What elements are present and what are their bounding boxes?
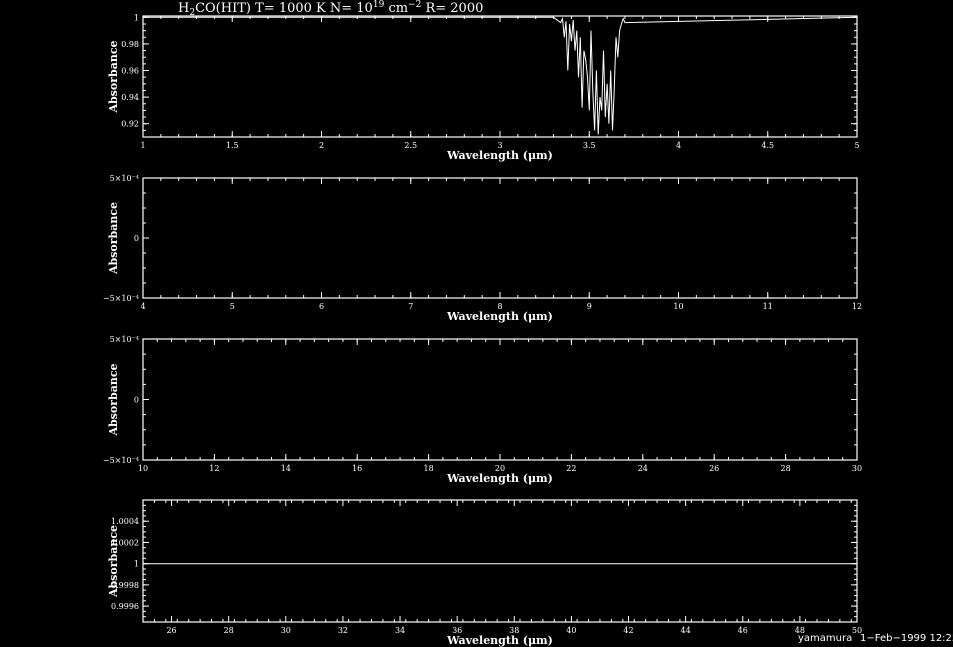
spectra-figure: H2CO(HIT) T= 1000 K N= 1019 cm−2 R= 2000…	[103, 0, 953, 647]
x-tick-label: 22	[566, 464, 576, 473]
x-tick-label: 30	[281, 626, 291, 635]
x-tick-label: 44	[681, 626, 691, 635]
y-tick-label: 0.96	[121, 67, 139, 76]
x-tick-label: 12	[852, 302, 862, 311]
x-tick-label: 46	[738, 626, 748, 635]
x-tick-label: 3.5	[583, 141, 596, 150]
y-tick-label: 5×10⁻⁴	[110, 174, 139, 183]
panel-4: 26 28 30 32 34 36 38 40 42 44 46 48 500.99960.999811…	[107, 499, 862, 647]
y-tick-label: 1	[134, 560, 139, 569]
x-tick-label: 5	[230, 302, 235, 311]
y-tick-label: −5×10⁻⁴	[103, 294, 139, 303]
y-tick-label: 1	[134, 13, 139, 22]
x-tick-label: 24	[638, 464, 648, 473]
x-tick-label: 11	[763, 302, 773, 311]
x-tick-label: 10	[138, 464, 148, 473]
x-tick-label: 10	[673, 302, 683, 311]
x-axis-label: Wavelength (μm)	[446, 310, 553, 323]
x-tick-label: 5	[854, 141, 859, 150]
y-axis-label: Absorbance	[107, 525, 120, 598]
x-tick-label: 7	[408, 302, 413, 311]
figure-title: H2CO(HIT) T= 1000 K N= 1019 cm−2 R= 2000	[178, 0, 483, 18]
x-tick-label: 28	[224, 626, 234, 635]
x-tick-label: 16	[352, 464, 362, 473]
y-axis-label: Absorbance	[107, 363, 120, 436]
y-tick-label: 1.0004	[111, 517, 139, 526]
x-tick-label: 34	[395, 626, 405, 635]
x-tick-label: 2.5	[404, 141, 417, 150]
y-tick-label: 0.98	[121, 40, 139, 49]
y-tick-label: 0.92	[121, 120, 139, 129]
x-axis-label: Wavelength (μm)	[446, 634, 553, 647]
x-tick-label: 12	[209, 464, 219, 473]
y-tick-label: 0.9996	[111, 602, 139, 611]
x-tick-label: 1.5	[226, 141, 239, 150]
x-axis-label: Wavelength (μm)	[446, 149, 553, 162]
x-tick-label: 30	[852, 464, 862, 473]
panel-2: 4 5 6 7 8 9 10 11 12−5×10⁻⁴05×10⁻⁴Wavelength (μm…	[103, 174, 862, 323]
plot-frame	[142, 499, 858, 623]
x-tick-label: 14	[281, 464, 291, 473]
x-tick-label: 26	[166, 626, 176, 635]
footer-user: yamamura	[798, 633, 852, 644]
x-tick-label: 48	[795, 626, 805, 635]
x-tick-label: 6	[319, 302, 324, 311]
x-tick-label: 40	[566, 626, 576, 635]
x-tick-label: 1	[140, 141, 145, 150]
x-tick-label: 4.5	[761, 141, 774, 150]
x-tick-label: 28	[781, 464, 791, 473]
y-tick-label: 0.94	[121, 93, 139, 102]
x-tick-label: 18	[424, 464, 434, 473]
x-axis-label: Wavelength (μm)	[446, 472, 553, 485]
y-tick-label: 5×10⁻⁴	[110, 335, 139, 344]
y-axis-label: Absorbance	[107, 40, 120, 113]
y-tick-label: −5×10⁻⁴	[103, 456, 139, 465]
x-tick-label: 4	[140, 302, 145, 311]
x-tick-label: 42	[623, 626, 633, 635]
panel-3: 10 12 14 16 18 20 22 24 26 28 30−5×10⁻⁴05×10⁻⁴Wave…	[103, 335, 862, 485]
x-tick-label: 4	[676, 141, 681, 150]
absorbance-line	[143, 16, 858, 135]
plot-frame	[142, 15, 858, 138]
panel-1: 1 1.5 2 2.5 3 3.5 4 4.5 50.920.940.960.981Wavele…	[107, 13, 860, 162]
x-tick-label: 2	[319, 141, 324, 150]
x-tick-label: 50	[852, 626, 862, 635]
x-tick-label: 9	[587, 302, 592, 311]
footer-date: 1−Feb−1999 12:25	[860, 633, 953, 644]
x-tick-label: 32	[338, 626, 348, 635]
y-tick-label: 0	[134, 396, 139, 405]
y-tick-label: 0	[134, 234, 139, 243]
plot-frame	[142, 177, 858, 299]
y-axis-label: Absorbance	[107, 202, 120, 275]
plot-frame	[142, 338, 858, 461]
x-tick-label: 26	[709, 464, 719, 473]
